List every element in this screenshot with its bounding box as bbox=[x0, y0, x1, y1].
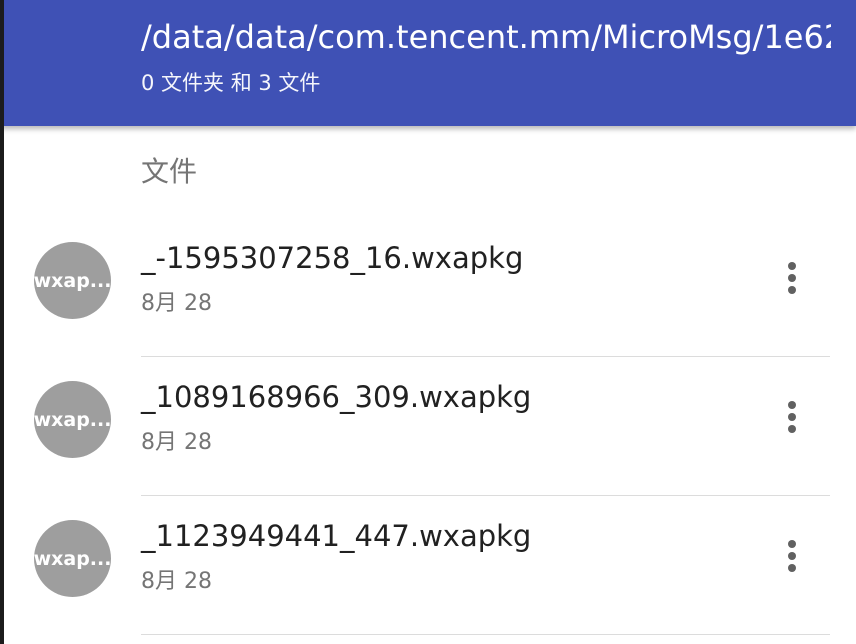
more-options-button[interactable] bbox=[770, 534, 814, 578]
file-type-icon: wxap... bbox=[34, 242, 111, 319]
file-name: _1089168966_309.wxapkg bbox=[141, 380, 532, 414]
more-options-button[interactable] bbox=[770, 256, 814, 300]
file-type-label: wxap... bbox=[34, 269, 111, 292]
file-type-icon: wxap... bbox=[34, 381, 111, 458]
file-type-label: wxap... bbox=[34, 547, 111, 570]
window-edge bbox=[0, 0, 4, 644]
folder-file-count: 0 文件夹 和 3 文件 bbox=[141, 71, 321, 95]
more-options-button[interactable] bbox=[770, 395, 814, 439]
file-type-icon: wxap... bbox=[34, 520, 111, 597]
file-list: 文件 wxap... _-1595307258_16.wxapkg 8月 28 … bbox=[0, 126, 856, 644]
more-vert-icon bbox=[788, 262, 796, 270]
file-date: 8月 28 bbox=[141, 430, 212, 455]
row-divider bbox=[141, 634, 830, 635]
more-vert-icon bbox=[788, 540, 796, 548]
file-row[interactable]: wxap... _-1595307258_16.wxapkg 8月 28 bbox=[0, 218, 856, 357]
app-bar: /data/data/com.tencent.mm/MicroMsg/1e62 … bbox=[0, 0, 856, 126]
file-name: _1123949441_447.wxapkg bbox=[141, 519, 532, 553]
file-name: _-1595307258_16.wxapkg bbox=[141, 241, 524, 275]
file-date: 8月 28 bbox=[141, 569, 212, 594]
current-path-title: /data/data/com.tencent.mm/MicroMsg/1e62 bbox=[141, 18, 831, 56]
more-vert-icon bbox=[788, 401, 796, 409]
file-row[interactable]: wxap... _1123949441_447.wxapkg 8月 28 bbox=[0, 496, 856, 635]
file-date: 8月 28 bbox=[141, 291, 212, 316]
section-header-files: 文件 bbox=[141, 155, 198, 188]
file-row[interactable]: wxap... _1089168966_309.wxapkg 8月 28 bbox=[0, 357, 856, 496]
file-type-label: wxap... bbox=[34, 408, 111, 431]
